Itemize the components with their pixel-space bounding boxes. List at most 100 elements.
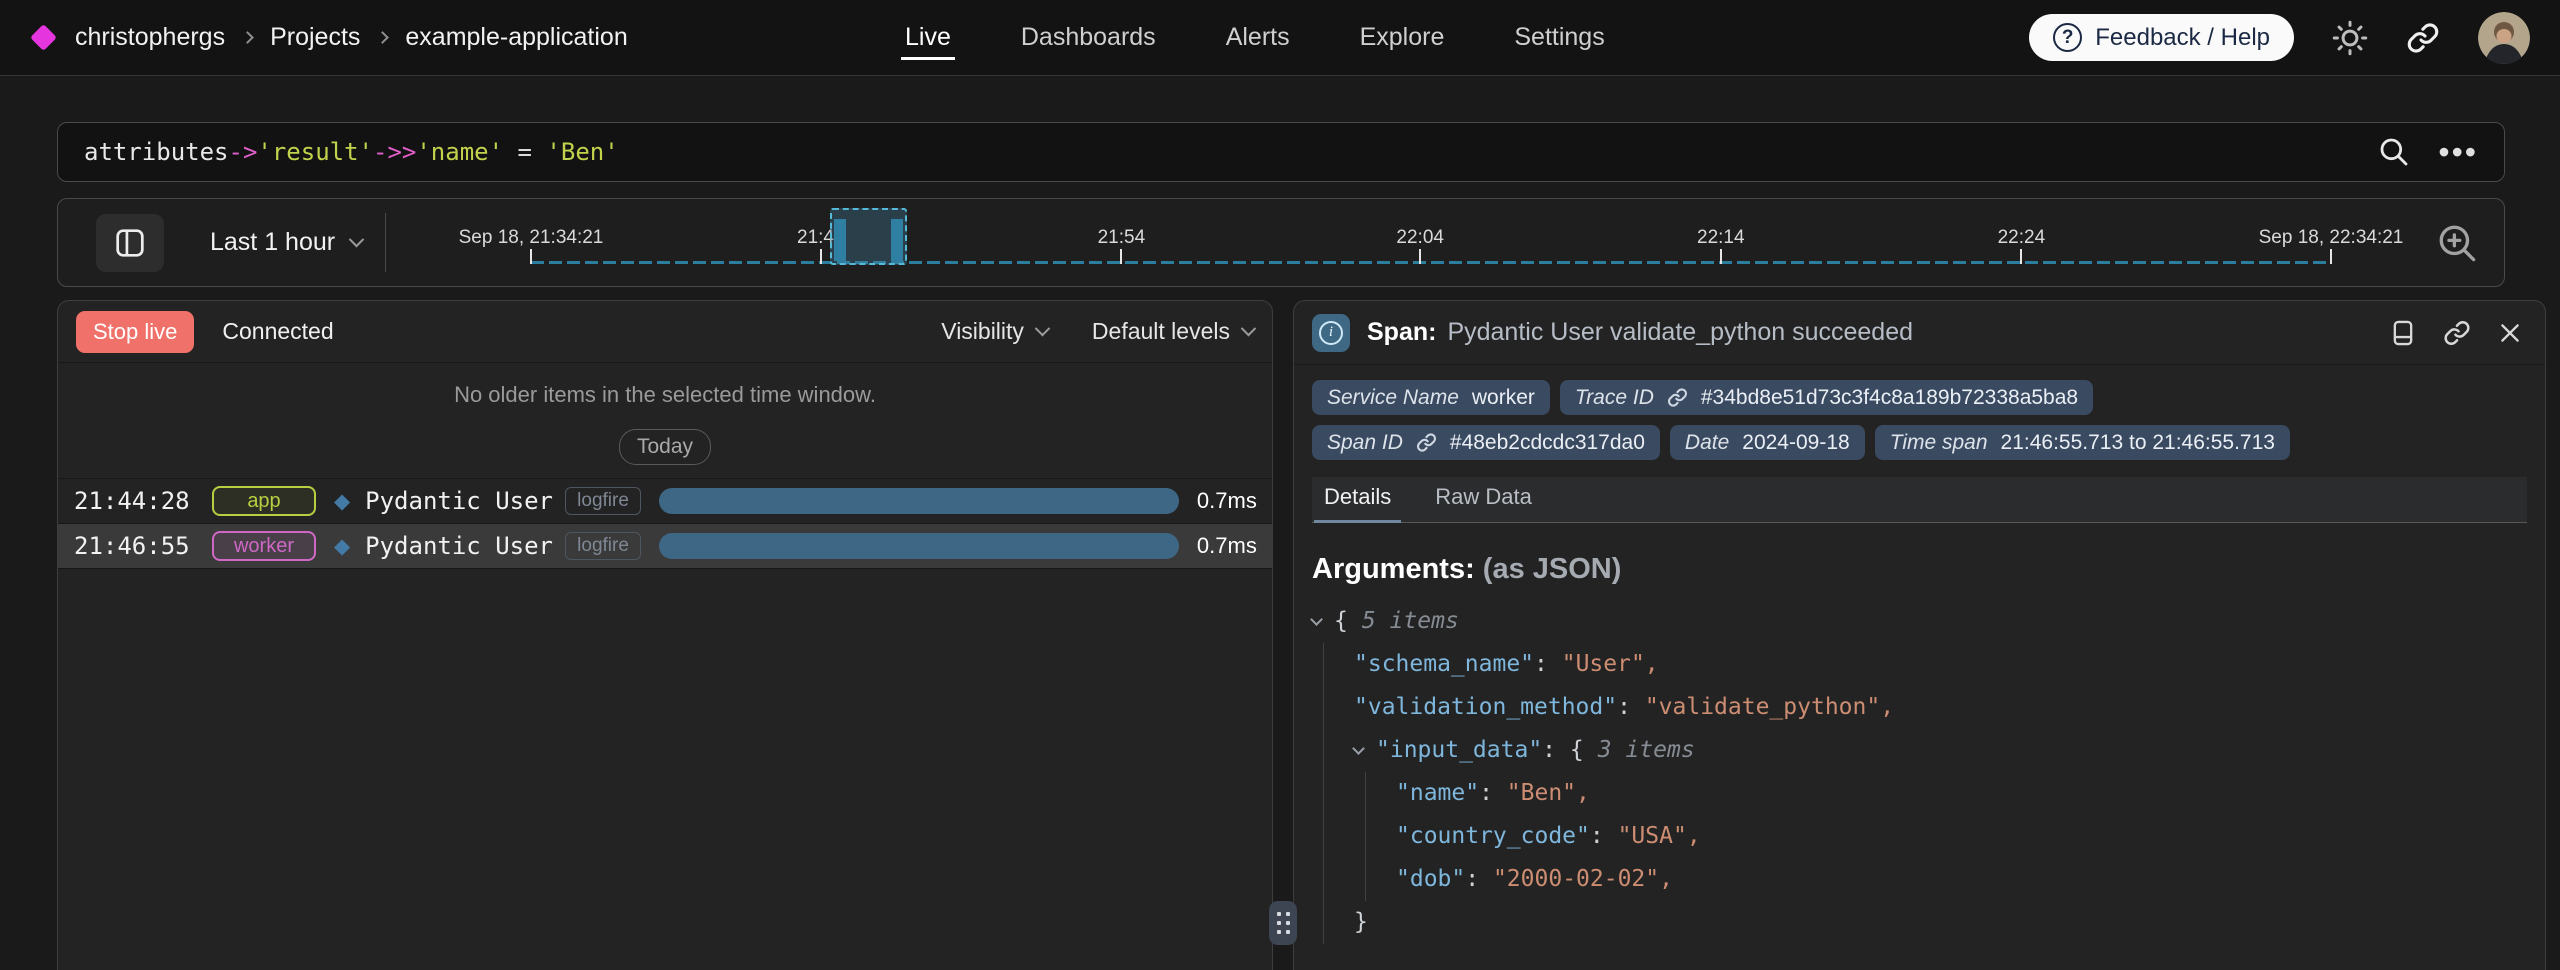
histogram-bar bbox=[834, 219, 846, 261]
service-tag-worker: worker bbox=[212, 531, 316, 561]
tab-alerts[interactable]: Alerts bbox=[1226, 0, 1290, 75]
duration-label: 0.7ms bbox=[1197, 533, 1257, 559]
timeline-dashed-baseline bbox=[531, 261, 2331, 264]
badge-row: Span ID #48eb2cdcdc317da0 Date2024-09-18… bbox=[1312, 425, 2527, 460]
tab-live[interactable]: Live bbox=[905, 0, 951, 75]
query-token-operator: -> bbox=[229, 138, 258, 166]
tab-settings[interactable]: Settings bbox=[1514, 0, 1604, 75]
sidebar-toggle-button[interactable] bbox=[96, 214, 164, 272]
user-avatar[interactable] bbox=[2478, 12, 2530, 64]
query-more-button[interactable]: ••• bbox=[2438, 142, 2478, 162]
share-link-button[interactable] bbox=[2406, 21, 2440, 55]
histogram-bar bbox=[891, 219, 903, 261]
chevron-right-icon bbox=[377, 31, 390, 44]
visibility-dropdown[interactable]: Visibility bbox=[941, 318, 1048, 345]
json-close-line: } bbox=[1354, 901, 2545, 944]
close-icon bbox=[2497, 320, 2523, 346]
span-title: Pydantic User bbox=[365, 532, 565, 560]
span-title-text: Pydantic User validate_python succeeded bbox=[1447, 318, 1913, 347]
link-icon bbox=[2406, 21, 2440, 55]
tab-raw-data[interactable]: Raw Data bbox=[1433, 484, 1534, 522]
timeline-selection-window[interactable] bbox=[830, 208, 907, 265]
theme-toggle-button[interactable] bbox=[2332, 20, 2368, 56]
detail-panel-header: i Span: Pydantic User validate_python su… bbox=[1294, 301, 2545, 365]
empty-state-message: No older items in the selected time wind… bbox=[58, 382, 1272, 408]
query-token-operator: ->> bbox=[373, 138, 416, 166]
chevron-right-icon bbox=[241, 31, 254, 44]
ellipsis-icon: ••• bbox=[2438, 142, 2478, 162]
breadcrumb-project-name[interactable]: example-application bbox=[405, 23, 627, 52]
tab-dashboards[interactable]: Dashboards bbox=[1021, 0, 1156, 75]
time-range-bar: Last 1 hour Sep 18, 21:34:21 21:44 21:54… bbox=[57, 198, 2505, 287]
span-metadata-badges: Service Nameworker Trace ID #34bd8e51d73… bbox=[1294, 365, 2545, 460]
sun-theme-icon bbox=[2332, 20, 2368, 56]
panel-resize-handle[interactable] bbox=[1269, 901, 1297, 945]
collapse-caret-icon[interactable] bbox=[1310, 613, 1323, 626]
collapse-caret-icon[interactable] bbox=[1352, 742, 1365, 755]
query-token-string: 'result' bbox=[257, 138, 373, 166]
tab-explore[interactable]: Explore bbox=[1360, 0, 1445, 75]
stop-live-button[interactable]: Stop live bbox=[76, 311, 194, 353]
live-panel: Stop live Connected Visibility Default l… bbox=[57, 300, 1273, 970]
main-nav-tabs: Live Dashboards Alerts Explore Settings bbox=[905, 0, 1605, 75]
time-range-label: Last 1 hour bbox=[210, 228, 335, 257]
json-line: "dob": "2000-02-02", bbox=[1396, 858, 2545, 901]
search-icon bbox=[2378, 136, 2410, 168]
span-diamond-icon: ◆ bbox=[334, 489, 350, 514]
json-line: "name": "Ben", bbox=[1396, 772, 2545, 815]
chevron-down-icon bbox=[1241, 321, 1257, 337]
feedback-help-button[interactable]: ? Feedback / Help bbox=[2029, 14, 2294, 61]
trace-id-badge[interactable]: Trace ID #34bd8e51d73c3f4c8a189b72338a5b… bbox=[1560, 380, 2093, 415]
tab-details[interactable]: Details bbox=[1322, 484, 1393, 522]
query-input[interactable]: attributes->'result'->>'name' = 'Ben' bbox=[84, 138, 619, 166]
info-icon: i bbox=[1312, 314, 1350, 352]
link-icon bbox=[1416, 432, 1437, 453]
empty-state: No older items in the selected time wind… bbox=[58, 363, 1272, 479]
logfire-logo-icon bbox=[30, 24, 57, 51]
service-tag-app: app bbox=[212, 486, 316, 516]
time-range-select[interactable]: Last 1 hour bbox=[210, 199, 362, 286]
link-icon bbox=[1667, 387, 1688, 408]
log-row-selected[interactable]: 21:46:55 worker ◆ Pydantic User logfire … bbox=[58, 524, 1272, 569]
span-id-badge[interactable]: Span ID #48eb2cdcdc317da0 bbox=[1312, 425, 1660, 460]
query-token-equals: = bbox=[503, 138, 546, 166]
link-icon bbox=[2443, 319, 2471, 347]
default-levels-dropdown[interactable]: Default levels bbox=[1092, 318, 1254, 345]
question-icon: ? bbox=[2053, 23, 2082, 52]
log-time: 21:46:55 bbox=[74, 532, 212, 560]
query-token-identifier: attributes bbox=[84, 138, 229, 166]
span-kind-label: Span: bbox=[1367, 318, 1436, 347]
top-nav: christophergs Projects example-applicati… bbox=[0, 0, 2560, 76]
close-button[interactable] bbox=[2497, 320, 2523, 346]
chevron-down-icon bbox=[349, 232, 365, 248]
copy-link-button[interactable] bbox=[2443, 319, 2471, 347]
badge-row: Service Nameworker Trace ID #34bd8e51d73… bbox=[1312, 380, 2527, 415]
connection-status: Connected bbox=[222, 318, 333, 345]
date-badge: Date2024-09-18 bbox=[1670, 425, 1865, 460]
json-line: "country_code": "USA", bbox=[1396, 815, 2545, 858]
zoom-in-button[interactable] bbox=[2436, 222, 2478, 264]
query-token-string: 'name' bbox=[416, 138, 503, 166]
timeline-axis[interactable]: Sep 18, 21:34:21 21:44 21:54 22:04 22:14… bbox=[531, 199, 2331, 286]
json-line: "schema_name": "User", bbox=[1354, 643, 2545, 686]
zoom-in-icon bbox=[2436, 222, 2478, 264]
scope-chip: logfire bbox=[565, 487, 641, 515]
duration-label: 0.7ms bbox=[1197, 488, 1257, 514]
header-actions: ? Feedback / Help bbox=[2029, 12, 2530, 64]
live-panel-header: Stop live Connected Visibility Default l… bbox=[58, 301, 1272, 363]
scope-chip: logfire bbox=[565, 532, 641, 560]
query-bar[interactable]: attributes->'result'->>'name' = 'Ben' ••… bbox=[57, 122, 2505, 182]
detail-panel-actions bbox=[2389, 319, 2523, 347]
run-search-button[interactable] bbox=[2378, 136, 2410, 168]
breadcrumb-org[interactable]: christophergs bbox=[75, 23, 225, 52]
log-row[interactable]: 21:44:28 app ◆ Pydantic User logfire 0.7… bbox=[58, 479, 1272, 524]
arguments-heading: Arguments: (as JSON) bbox=[1312, 553, 2545, 586]
sidebar-panel-icon bbox=[114, 227, 146, 259]
json-block: "schema_name": "User", "validation_metho… bbox=[1323, 643, 2545, 944]
today-badge[interactable]: Today bbox=[619, 429, 711, 465]
duration-bar bbox=[659, 488, 1179, 514]
span-detail-panel: i Span: Pydantic User validate_python su… bbox=[1293, 300, 2546, 970]
breadcrumb-projects[interactable]: Projects bbox=[270, 23, 360, 52]
json-object-line: "input_data": {3 items bbox=[1354, 729, 2545, 772]
dock-panel-button[interactable] bbox=[2389, 319, 2417, 347]
